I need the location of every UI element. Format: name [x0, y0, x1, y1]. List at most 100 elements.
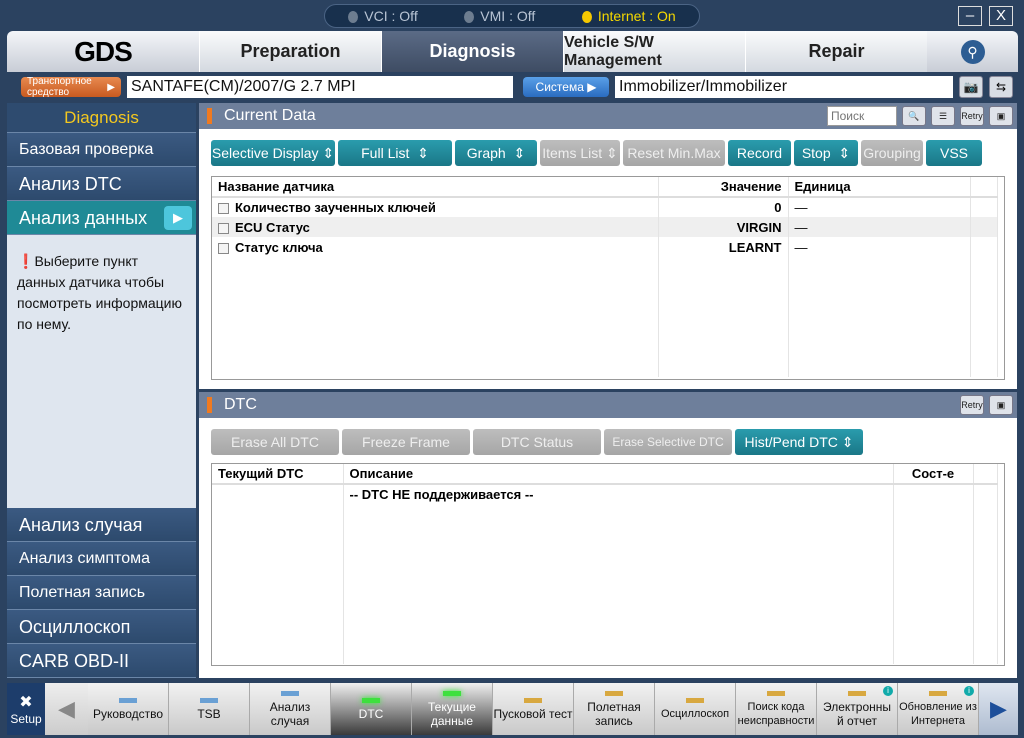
info-icon: i: [883, 686, 893, 696]
indicator-icon: [524, 697, 542, 703]
button-label: Selective Display: [211, 145, 319, 161]
minimize-button[interactable]: –: [958, 6, 982, 26]
hint-message: Выберите пункт данных датчика чтобы посм…: [17, 253, 182, 332]
sidebar-item-symptom-analysis[interactable]: Анализ симптома: [7, 542, 196, 576]
sensor-unit: —: [788, 217, 971, 237]
bottom-item-dtc[interactable]: DTC: [331, 683, 412, 735]
selective-display-button[interactable]: Selective Display ⇕: [211, 140, 335, 166]
dtc-toolbar: Erase All DTC Freeze Frame DTC Status Er…: [199, 429, 1017, 455]
column-header[interactable]: Значение: [658, 177, 789, 198]
retry-button[interactable]: Retry: [960, 106, 984, 126]
button-label: Full List: [361, 145, 410, 161]
vehicle-select-button[interactable]: Транспортное средство ▶: [21, 76, 121, 98]
current-data-panel: Current Data 🔍 ☰ Retry ▣ Selective Displ…: [199, 103, 1017, 389]
column-header[interactable]: Единица: [788, 177, 971, 198]
sensor-value: VIRGIN: [658, 217, 789, 237]
system-select-button[interactable]: Система ▶: [523, 77, 609, 97]
bottom-item-tsb[interactable]: TSB: [169, 683, 250, 735]
grouping-button[interactable]: Grouping: [861, 140, 923, 166]
erase-all-dtc-button[interactable]: Erase All DTC: [211, 429, 339, 455]
indicator-icon: [605, 690, 623, 696]
sensor-value: LEARNT: [658, 237, 789, 257]
indicator-icon: [281, 690, 299, 696]
orange-marker: [207, 108, 212, 124]
freeze-frame-button[interactable]: Freeze Frame: [342, 429, 470, 455]
full-list-button[interactable]: Full List ⇕: [338, 140, 452, 166]
search-button[interactable]: ⚲: [927, 31, 1018, 72]
row-checkbox[interactable]: [218, 242, 229, 254]
bottom-item-start-test[interactable]: Пусковой тест: [493, 683, 574, 735]
sidebar-item-dtc-analysis[interactable]: Анализ DTC: [7, 167, 196, 201]
hint-text: ❗Выберите пункт данных датчика чтобы пос…: [7, 235, 196, 351]
bottom-item-flight-record[interactable]: Полетная запись: [574, 683, 655, 735]
maximize-icon[interactable]: ▣: [989, 106, 1013, 126]
graph-button[interactable]: Graph ⇕: [455, 140, 537, 166]
bottom-item-case-analysis[interactable]: Анализ случая: [250, 683, 331, 735]
table-row[interactable]: Статус ключа LEARNT —: [212, 237, 998, 257]
tab-preparation[interactable]: Preparation: [199, 31, 381, 72]
sidebar-item-data-analysis[interactable]: Анализ данных ▶: [7, 201, 196, 235]
sidebar-item-case-analysis[interactable]: Анализ случая: [7, 508, 196, 542]
dtc-status-button[interactable]: DTC Status: [473, 429, 601, 455]
row-checkbox[interactable]: [218, 222, 229, 234]
bottom-item-manual[interactable]: Руководство: [88, 683, 169, 735]
stop-button[interactable]: Stop ⇕: [794, 140, 858, 166]
record-button[interactable]: Record: [728, 140, 791, 166]
current-data-table: Название датчика Значение Единица Количест…: [211, 176, 1005, 380]
vci-status: VCI : Off: [348, 8, 418, 24]
gds-logo: GDS: [74, 35, 133, 67]
indicator-icon: [200, 697, 218, 703]
dtc-panel: DTC Retry ▣ Erase All DTC Freeze Frame D…: [199, 392, 1017, 678]
sidebar-item-basic-check[interactable]: Базовая проверка: [7, 133, 196, 167]
item-label: Руководство: [92, 706, 164, 721]
indicator-icon: [686, 697, 704, 703]
reset-minmax-button[interactable]: Reset Min.Max: [623, 140, 725, 166]
retry-button[interactable]: Retry: [960, 395, 984, 415]
table-row[interactable]: ECU Статус VIRGIN —: [212, 217, 998, 237]
sensor-name: ECU Статус: [235, 219, 310, 235]
items-list-button[interactable]: Items List ⇕: [540, 140, 620, 166]
table-row[interactable]: Количество заученных ключей 0—: [212, 197, 998, 217]
bottom-item-fault-code-search[interactable]: Поиск кода неисправности: [736, 683, 817, 735]
vmi-status: VMI : Off: [464, 8, 535, 24]
bottom-item-e-report[interactable]: i Электронный отчет: [817, 683, 898, 735]
scroll-right-button[interactable]: ▶: [979, 683, 1018, 735]
bottom-item-oscilloscope[interactable]: Осциллоскоп: [655, 683, 736, 735]
bottom-item-current-data[interactable]: Текущие данные: [412, 683, 493, 735]
erase-selective-dtc-button[interactable]: Erase Selective DTC: [604, 429, 732, 455]
column-header[interactable]: Описание: [343, 464, 894, 485]
column-header[interactable]: Текущий DTC: [212, 464, 344, 485]
tab-diagnosis[interactable]: Diagnosis: [381, 31, 563, 72]
bottom-item-internet-update[interactable]: i Обновление из Интернета: [898, 683, 979, 735]
vss-button[interactable]: VSS: [926, 140, 982, 166]
orange-marker: [207, 397, 212, 413]
layout-switch-icon[interactable]: ⇆: [989, 76, 1013, 98]
vci-led-icon: [348, 11, 359, 24]
maximize-icon[interactable]: ▣: [989, 395, 1013, 415]
close-button[interactable]: X: [989, 6, 1013, 26]
tab-repair[interactable]: Repair: [745, 31, 927, 72]
camera-icon[interactable]: 📷: [959, 76, 983, 98]
item-label: Текущие данные: [428, 699, 476, 728]
scroll-left-button[interactable]: ◀: [45, 683, 88, 735]
search-list-icon[interactable]: 🔍: [902, 106, 926, 126]
column-header[interactable]: Сост-е: [893, 464, 974, 485]
search-input[interactable]: [827, 106, 897, 126]
setup-button[interactable]: ✖ Setup: [7, 683, 45, 735]
sidebar-item-oscilloscope[interactable]: Осциллоскоп: [7, 610, 196, 644]
sensor-unit: —: [788, 197, 971, 217]
sidebar-item-flight-record[interactable]: Полетная запись: [7, 576, 196, 610]
sidebar-item-carb-obd[interactable]: CARB OBD-II: [7, 644, 196, 678]
item-label: Анализ случая: [269, 699, 311, 728]
internet-status: Internet : On: [581, 8, 676, 24]
column-header[interactable]: Название датчика: [212, 177, 659, 198]
warning-icon: ❗: [17, 253, 35, 269]
hist-pend-dtc-button[interactable]: Hist/Pend DTC ⇕: [735, 429, 863, 455]
tab-vehicle-sw-management[interactable]: Vehicle S/W Management: [563, 31, 745, 72]
item-label: Поиск кода неисправности: [737, 700, 815, 727]
sort-list-icon[interactable]: ☰: [931, 106, 955, 126]
vmi-text: VMI : Off: [480, 8, 536, 24]
row-checkbox[interactable]: [218, 203, 229, 215]
item-label: DTC: [358, 706, 384, 721]
indicator-icon: [119, 697, 137, 703]
